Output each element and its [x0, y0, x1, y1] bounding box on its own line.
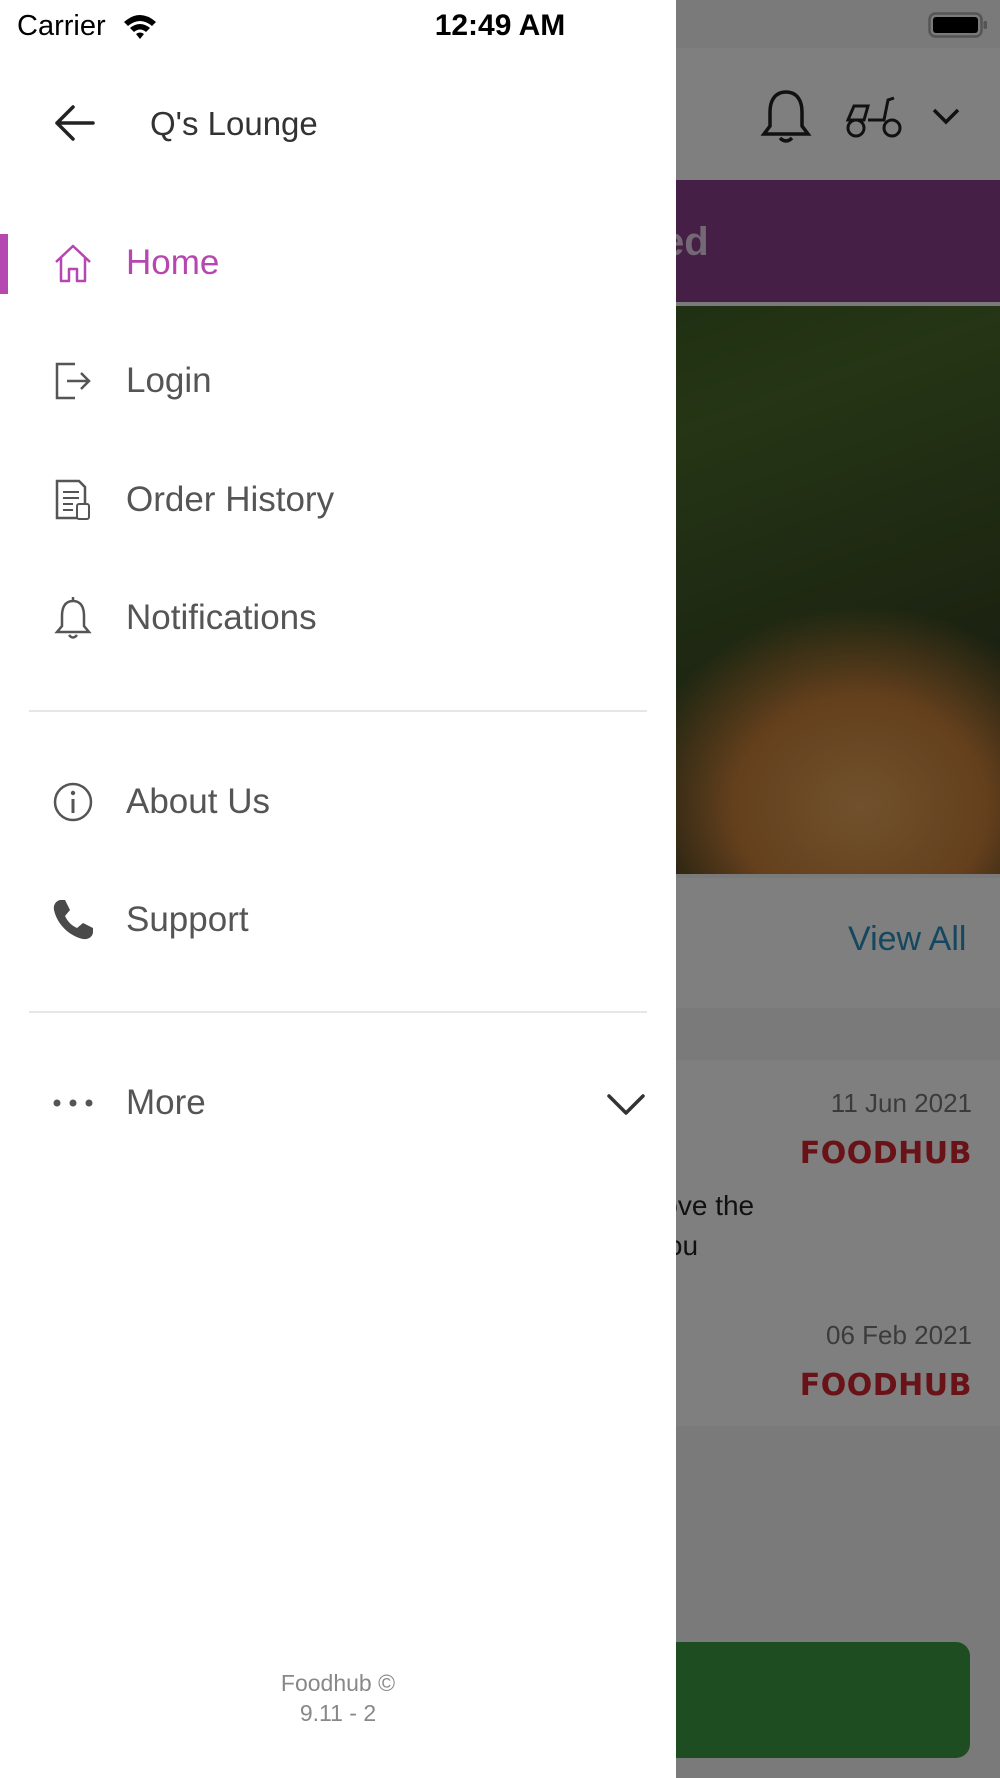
bell-icon: [50, 595, 96, 641]
menu-item-about-us[interactable]: About Us: [0, 752, 676, 852]
back-button[interactable]: [44, 92, 106, 154]
battery-icon: [928, 12, 987, 38]
menu-item-label: Order History: [126, 480, 335, 519]
menu-item-order-history[interactable]: Order History: [0, 450, 676, 550]
more-dots-icon: [50, 1080, 96, 1126]
login-icon: [50, 358, 96, 404]
menu-item-login[interactable]: Login: [0, 331, 676, 431]
footer-copyright: Foodhub ©: [280, 1670, 396, 1696]
arrow-left-icon: [55, 105, 95, 141]
menu-item-label: More: [126, 1083, 206, 1122]
navigation-drawer: Q's Lounge Home Login Order History Noti…: [0, 0, 676, 1778]
clock: 12:49 AM: [0, 9, 1000, 43]
footer-version: 9.11 - 2: [299, 1700, 377, 1726]
phone-icon: [50, 897, 96, 943]
menu-item-label: Support: [126, 900, 249, 939]
menu-item-support[interactable]: Support: [0, 870, 676, 970]
menu-item-label: Notifications: [126, 598, 317, 637]
menu-item-label: Home: [126, 243, 220, 282]
menu-item-label: Login: [126, 361, 212, 400]
chevron-down-icon[interactable]: [606, 1087, 646, 1121]
clock-text: 12:49 AM: [434, 9, 566, 42]
home-icon: [50, 240, 96, 286]
menu-item-more[interactable]: More: [0, 1053, 676, 1153]
status-bar: Carrier 12:49 AM: [0, 0, 1000, 48]
menu-item-label: About Us: [126, 782, 270, 821]
order-history-icon: [50, 477, 96, 523]
divider: [29, 710, 647, 712]
menu-item-home[interactable]: Home: [0, 213, 676, 313]
divider: [29, 1011, 647, 1013]
info-icon: [50, 779, 96, 825]
store-name: Q's Lounge: [150, 105, 318, 142]
menu-item-notifications[interactable]: Notifications: [0, 568, 676, 668]
